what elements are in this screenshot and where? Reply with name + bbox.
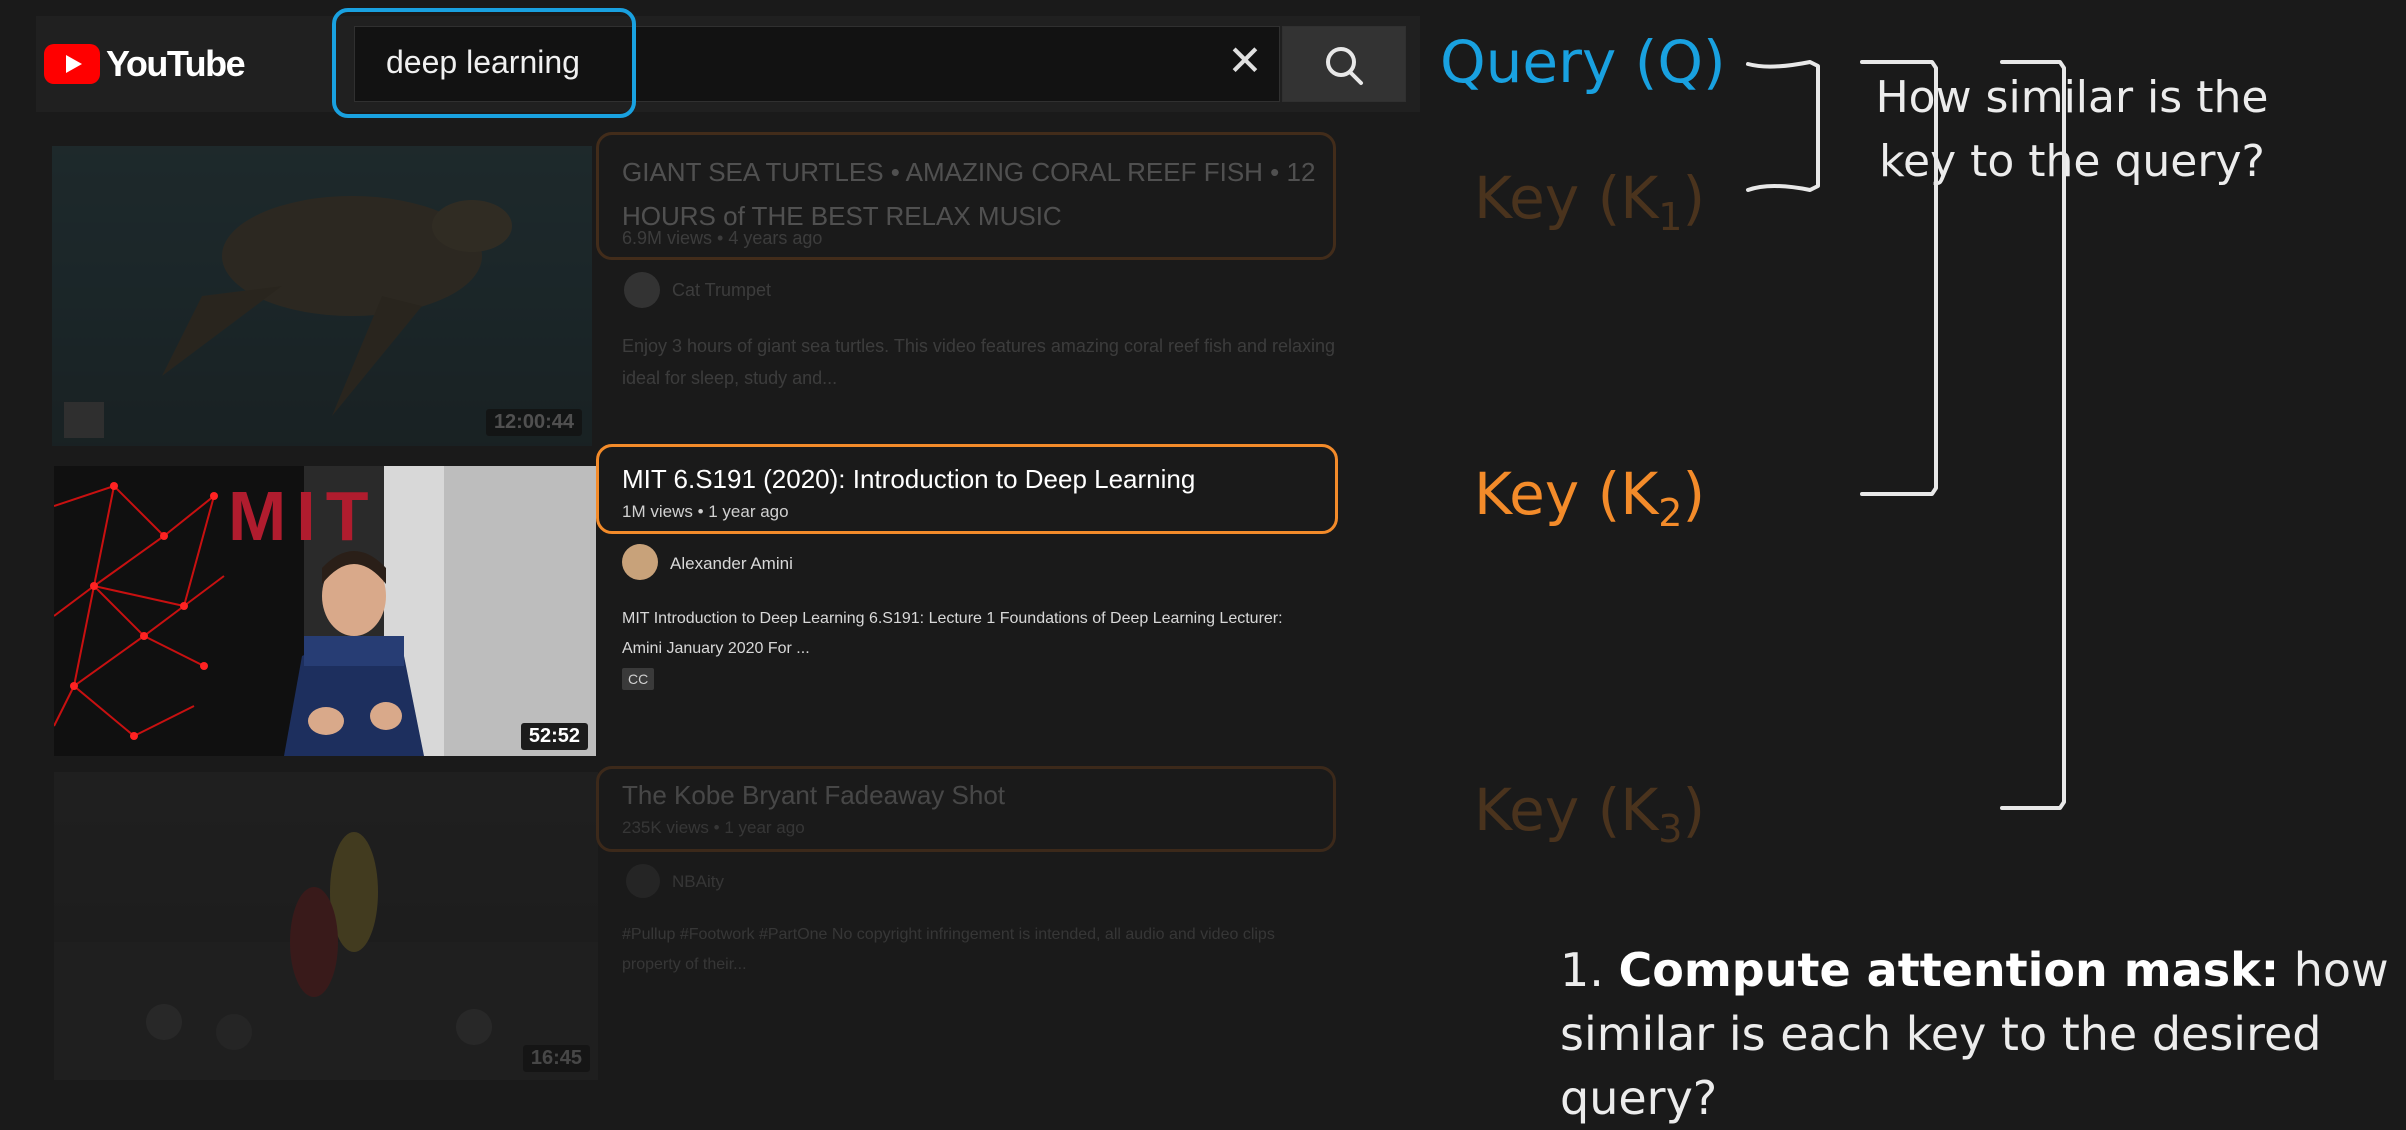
youtube-logo[interactable]: YouTube (44, 42, 246, 86)
sea-turtle-image (64, 196, 512, 438)
video-thumbnail-3[interactable]: 16:45 (54, 772, 598, 1080)
video-title-3[interactable]: The Kobe Bryant Fadeaway Shot (622, 780, 1005, 811)
mit-logo: MIT (228, 477, 379, 555)
video-meta-2: 1M views • 1 year ago (622, 502, 789, 521)
avatar[interactable] (624, 272, 660, 308)
search-icon (1326, 47, 1363, 85)
query-highlight-box (332, 8, 636, 118)
cc-badge: CC (622, 668, 655, 690)
youtube-play-icon (44, 44, 100, 84)
query-label: Query (Q) (1440, 28, 1726, 96)
comparison-brackets (1746, 60, 2066, 810)
video-thumbnail-1[interactable]: 12:00:44 (52, 146, 592, 446)
key-1-label: Key (K1) (1474, 164, 1706, 239)
avatar[interactable] (626, 864, 660, 898)
video-title-1[interactable]: GIANT SEA TURTLES • AMAZING CORAL REEF F… (622, 150, 1315, 238)
video-duration: 52:52 (520, 723, 588, 750)
video-meta-3: 235K views • 1 year ago (622, 818, 805, 837)
youtube-logo-text: YouTube (106, 43, 246, 84)
channel-name-1[interactable]: Cat Trumpet (672, 280, 771, 301)
video-duration: 16:45 (522, 1045, 590, 1072)
video-thumbnail-2[interactable]: MIT 52:52 (54, 466, 596, 756)
close-icon[interactable]: ✕ (1224, 40, 1266, 82)
basketball-image (54, 832, 598, 1080)
key-2-label: Key (K2) (1474, 460, 1706, 535)
search-button[interactable] (1282, 26, 1406, 102)
key-3-label: Key (K3) (1474, 776, 1706, 851)
video-description-3: #Pullup #Footwork #PartOne No copyright … (622, 926, 1275, 973)
video-meta-1: 6.9M views • 4 years ago (622, 228, 823, 248)
video-description-2: MIT Introduction to Deep Learning 6.S191… (622, 610, 1283, 657)
avatar[interactable] (622, 544, 658, 580)
channel-name-2[interactable]: Alexander Amini (670, 554, 793, 574)
video-duration: 12:00:44 (485, 409, 582, 436)
channel-name-3[interactable]: NBAity (672, 872, 724, 892)
step-description: 1. Compute attention mask: how similar i… (1560, 943, 2389, 1125)
video-description-1: Enjoy 3 hours of giant sea turtles. This… (622, 336, 1336, 388)
video-title-2[interactable]: MIT 6.S191 (2020): Introduction to Deep … (622, 464, 1195, 495)
